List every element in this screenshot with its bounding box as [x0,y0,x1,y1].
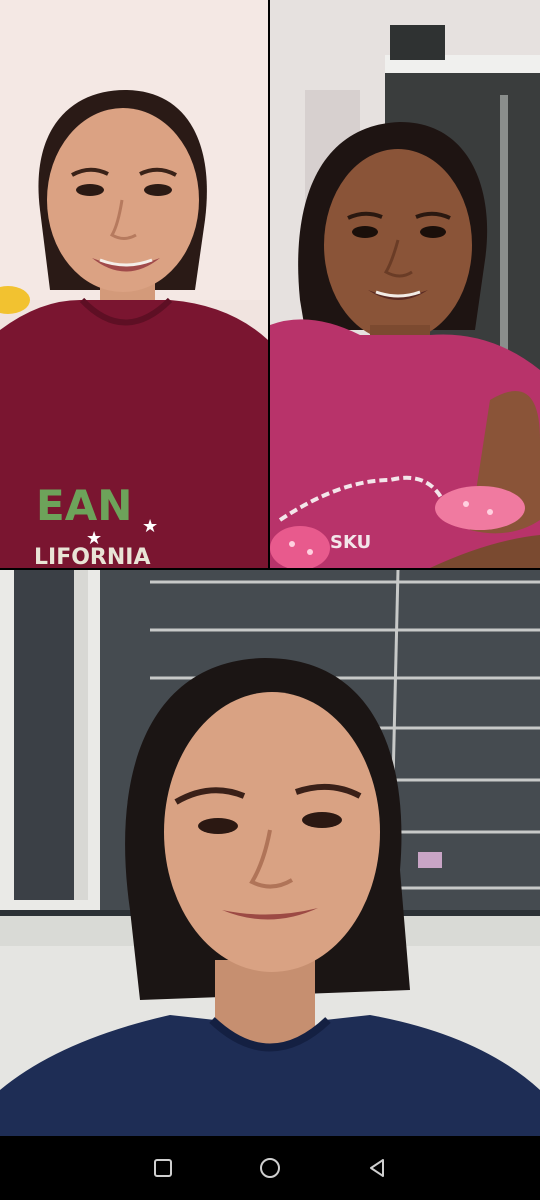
recents-button[interactable] [141,1146,185,1190]
participant-video-frame: EAN LIFORNIA ★ ★ [0,0,268,568]
video-call-screen: EAN LIFORNIA ★ ★ SKU [0,0,540,1200]
svg-text:★: ★ [86,528,102,548]
svg-text:SKU: SKU [330,532,371,553]
participant-video-top-right[interactable]: SKU [270,0,540,568]
participant-video-top-left[interactable]: EAN LIFORNIA ★ ★ [0,0,268,568]
home-button[interactable] [248,1146,292,1190]
participant-video-frame: SKU [270,0,540,568]
square-recents-icon [154,1159,173,1177]
participant-video-frame [0,570,540,1136]
shirt-print-line2: LIFORNIA [34,545,151,568]
back-button[interactable] [355,1146,399,1190]
participant-video-bottom[interactable] [0,570,540,1136]
circle-home-icon [259,1158,280,1178]
system-navigation-bar [0,1136,540,1200]
shirt-print-line1: EAN [36,481,132,530]
triangle-back-icon [369,1159,384,1177]
svg-text:★: ★ [142,516,158,536]
